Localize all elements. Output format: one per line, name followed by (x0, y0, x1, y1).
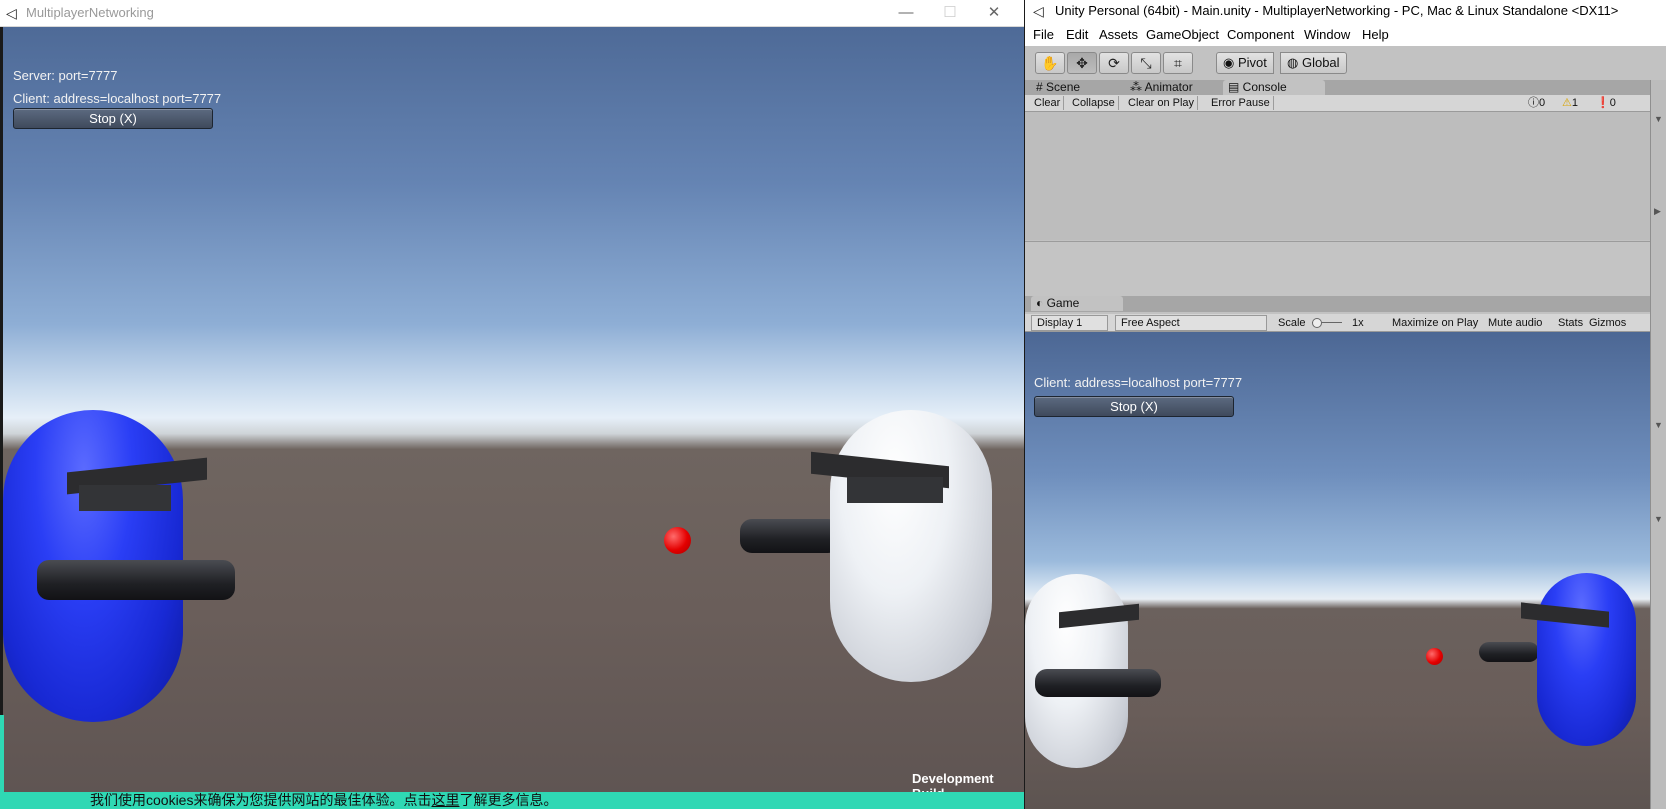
menu-bar: File Edit Assets GameObject Component Wi… (1025, 22, 1666, 46)
menu-window[interactable]: Window (1304, 27, 1350, 42)
move-tool-icon[interactable]: ✥ (1067, 52, 1097, 74)
stop-button[interactable]: Stop (X) (13, 108, 213, 129)
blue-player-gun (37, 560, 235, 600)
game-toolbar: Display 1 Free Aspect Scale 1x Maximize … (1025, 314, 1650, 332)
blue-player-gun (1479, 642, 1539, 662)
editor-titlebar: ◁ Unity Personal (64bit) - Main.unity - … (1025, 0, 1666, 22)
unity-icon: ◁ (1033, 3, 1044, 19)
cookie-link[interactable]: 这里 (431, 792, 459, 808)
editor-game-viewport[interactable]: Client: address=localhost port=7777 Stop… (1025, 332, 1650, 809)
error-count-toggle[interactable]: ❗0 (1596, 96, 1616, 110)
upper-tab-row: # Scene ⁂ Animator ▤ Console (1025, 80, 1666, 95)
cookie-text: 我们使用cookies来确保为您提供网站的最佳体验。点击这里了解更多信息。 (90, 792, 558, 808)
scale-label: Scale (1278, 317, 1306, 329)
game-viewport[interactable]: Server: port=7777 Client: address=localh… (3, 27, 1024, 809)
tab-scene[interactable]: # Scene (1031, 80, 1085, 95)
maximize-button[interactable]: ☐ (928, 2, 972, 24)
cookie-banner: 我们使用cookies来确保为您提供网站的最佳体验。点击这里了解更多信息。 (0, 792, 1024, 809)
menu-gameobject[interactable]: GameObject (1146, 27, 1219, 42)
rotate-tool-icon[interactable]: ⟳ (1099, 52, 1129, 74)
white-player-glasses-lens (847, 477, 943, 503)
bullet (664, 527, 691, 554)
close-button[interactable]: ✕ (972, 2, 1016, 24)
globe-icon: ◍ (1287, 55, 1302, 70)
bullet (1426, 648, 1443, 665)
global-toggle[interactable]: ◍ Global (1280, 52, 1347, 74)
animator-icon: ⁂ (1130, 80, 1145, 94)
tab-animator[interactable]: ⁂ Animator (1125, 80, 1198, 95)
gizmos-dropdown[interactable]: Gizmos (1589, 316, 1626, 330)
info-icon: ⓘ (1528, 97, 1539, 109)
white-player-gun (740, 519, 840, 553)
aspect-dropdown[interactable]: Free Aspect (1115, 315, 1267, 331)
standalone-window: ◁ MultiplayerNetworking — ☐ ✕ Server: po… (0, 0, 1024, 809)
scale-tool-icon[interactable]: ⤡ (1131, 52, 1161, 74)
client-status: Client: address=localhost port=7777 (1034, 375, 1243, 390)
menu-help[interactable]: Help (1362, 27, 1389, 42)
editor-toolbar: ✋ ✥ ⟳ ⤡ ⌗ ◉ Pivot ◍ Global (1025, 46, 1666, 80)
error-icon: ❗ (1596, 97, 1610, 109)
maximize-on-play-toggle[interactable]: Maximize on Play (1392, 316, 1478, 330)
collapse-button[interactable]: Collapse (1069, 96, 1119, 110)
game-tab-row: ◐ Game (1025, 296, 1650, 312)
clear-on-play-button[interactable]: Clear on Play (1125, 96, 1199, 110)
display-dropdown[interactable]: Display 1 (1031, 315, 1108, 331)
unity-editor: ◁ Unity Personal (64bit) - Main.unity - … (1025, 0, 1666, 809)
editor-title: Unity Personal (64bit) - Main.unity - Mu… (1055, 3, 1619, 18)
side-panel-strip: ▼ ▶ ▼ ▼ (1650, 80, 1666, 809)
chevron-down-icon[interactable]: ▼ (1654, 420, 1663, 430)
chevron-down-icon[interactable]: ▼ (1654, 114, 1663, 124)
blue-player (1537, 573, 1636, 746)
tab-game[interactable]: ◐ Game (1031, 296, 1123, 311)
mute-audio-toggle[interactable]: Mute audio (1488, 316, 1542, 330)
white-player-gun (1035, 669, 1161, 697)
pivot-icon: ◉ (1223, 55, 1238, 70)
console-detail-pane (1025, 241, 1650, 296)
warning-icon: ⚠ (1562, 97, 1572, 109)
minimize-button[interactable]: — (884, 2, 928, 24)
menu-assets[interactable]: Assets (1099, 27, 1138, 42)
blue-player-glasses-lens (79, 485, 171, 511)
console-log-list[interactable] (1025, 112, 1650, 240)
rect-tool-icon[interactable]: ⌗ (1163, 52, 1193, 74)
clear-button[interactable]: Clear (1031, 96, 1065, 110)
standalone-titlebar: ◁ MultiplayerNetworking — ☐ ✕ (0, 0, 1024, 27)
menu-file[interactable]: File (1033, 27, 1054, 42)
scale-value: 1x (1352, 317, 1364, 329)
stop-button[interactable]: Stop (X) (1034, 396, 1234, 417)
pivot-toggle[interactable]: ◉ Pivot (1216, 52, 1274, 74)
console-icon: ▤ (1228, 80, 1243, 94)
error-pause-button[interactable]: Error Pause (1208, 96, 1274, 110)
white-player (830, 410, 992, 682)
chevron-down-icon[interactable]: ▼ (1654, 514, 1663, 524)
chevron-right-icon[interactable]: ▶ (1654, 206, 1661, 217)
warning-count-toggle[interactable]: ⚠1 (1562, 96, 1578, 110)
stats-toggle[interactable]: Stats (1558, 316, 1583, 330)
hand-tool-icon[interactable]: ✋ (1035, 52, 1065, 74)
scale-slider-handle[interactable] (1312, 318, 1322, 328)
menu-component[interactable]: Component (1227, 27, 1294, 42)
menu-edit[interactable]: Edit (1066, 27, 1088, 42)
game-icon: ◐ (1036, 296, 1047, 310)
server-status: Server: port=7777 (13, 68, 118, 83)
client-status: Client: address=localhost port=7777 (13, 91, 222, 106)
console-toolbar: Clear Collapse Clear on Play Error Pause… (1025, 95, 1650, 112)
info-count-toggle[interactable]: ⓘ0 (1528, 96, 1545, 110)
window-title: MultiplayerNetworking (26, 5, 154, 20)
tab-console[interactable]: ▤ Console (1223, 80, 1325, 95)
unity-icon: ◁ (6, 5, 17, 21)
scene-icon: # (1036, 80, 1047, 94)
